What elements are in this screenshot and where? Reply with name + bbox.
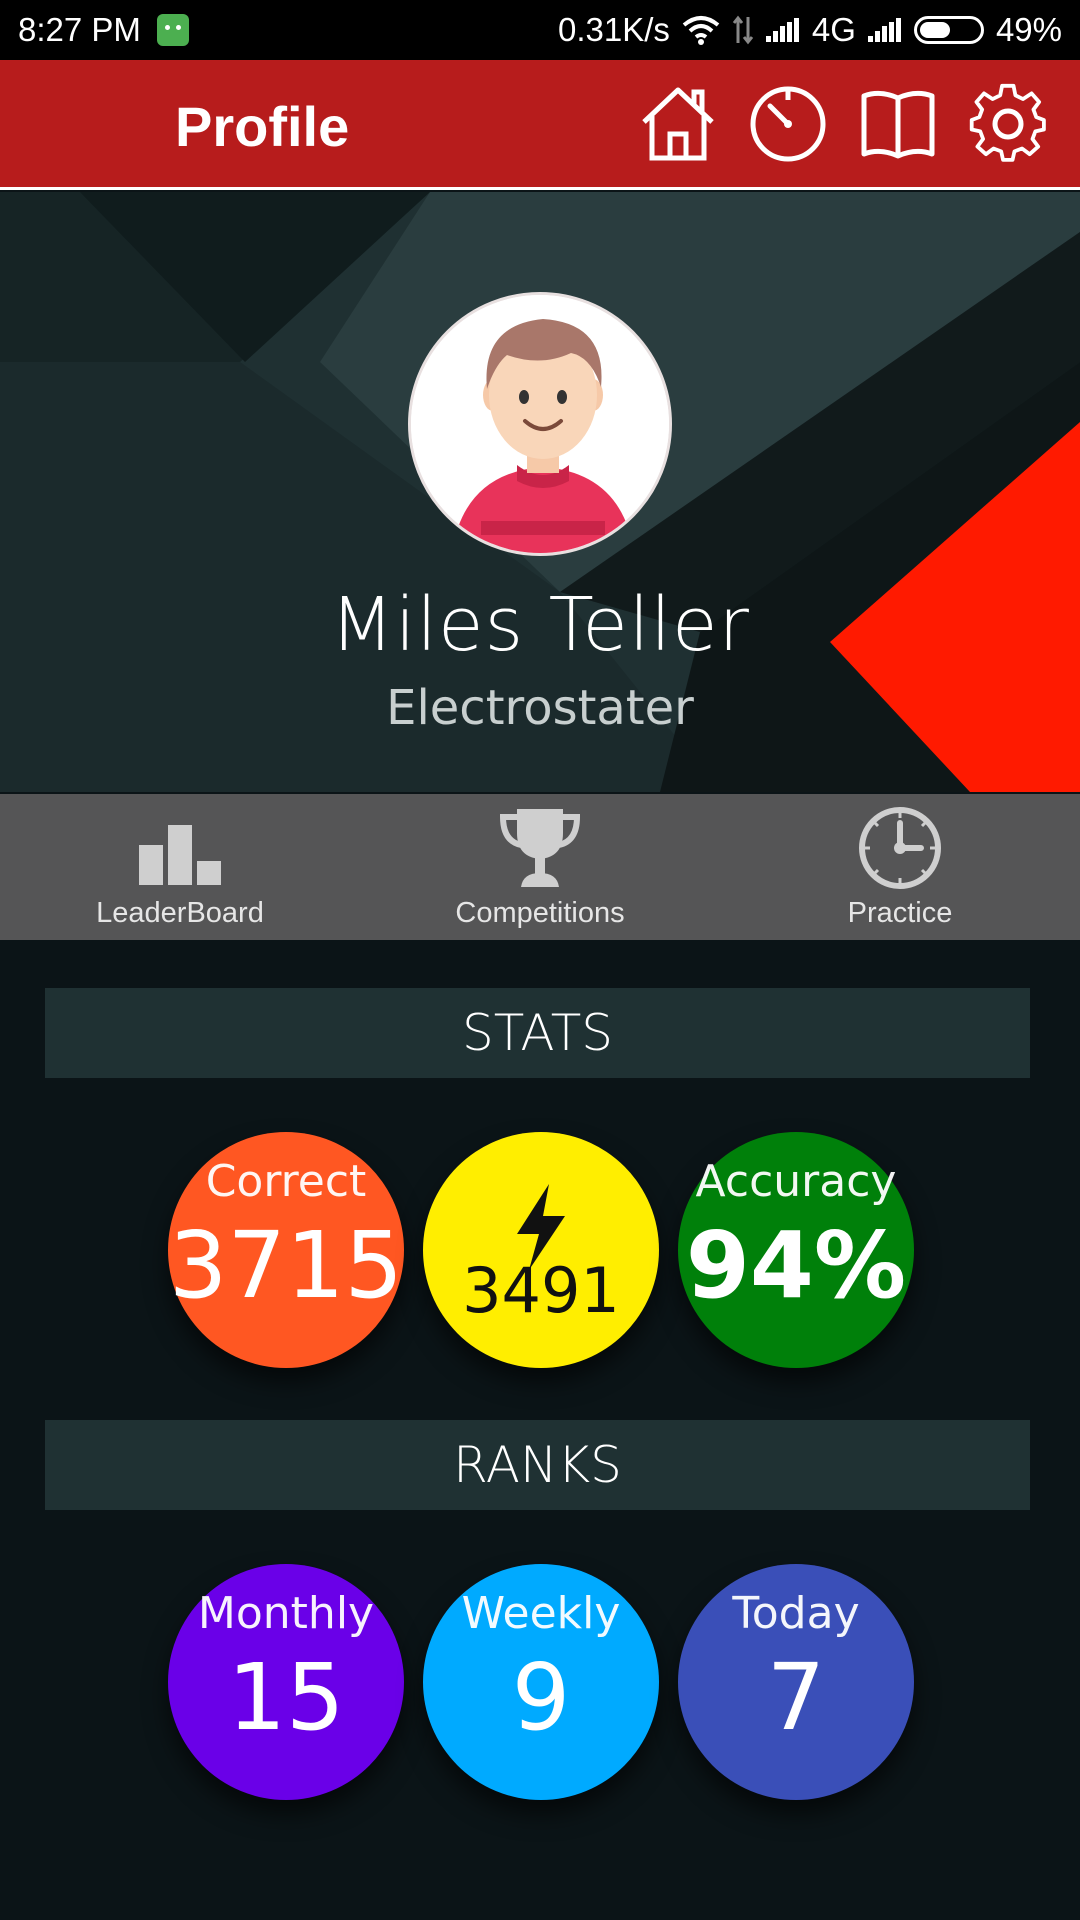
- stat-correct-value: 3715: [168, 1212, 404, 1319]
- practice-button[interactable]: Practice: [720, 794, 1080, 940]
- page-title: Profile: [175, 95, 350, 158]
- battery-icon: [913, 16, 984, 44]
- quick-nav: LeaderBoard Competitions Practice: [0, 794, 1080, 940]
- rank-monthly-value: 15: [227, 1644, 345, 1751]
- stat-streak[interactable]: 3491: [423, 1132, 659, 1368]
- rank-today-value: 7: [766, 1644, 826, 1751]
- rank-today[interactable]: Today 7: [678, 1564, 914, 1800]
- book-icon: [861, 90, 935, 159]
- network-speed: 0.31K/s: [557, 11, 670, 48]
- stat-accuracy-label: Accuracy: [695, 1156, 897, 1207]
- home-button[interactable]: [636, 82, 720, 166]
- rank-weekly-value: 9: [511, 1644, 571, 1751]
- book-button[interactable]: [856, 82, 940, 166]
- stat-accuracy[interactable]: Accuracy 94%: [678, 1132, 914, 1368]
- wifi-icon: [682, 16, 720, 45]
- status-bar: 8:27 PM 0.31K/s 4G 49%: [0, 0, 1080, 60]
- competitions-button[interactable]: Competitions: [360, 794, 720, 940]
- profile-name: Miles Teller: [330, 582, 750, 668]
- leaderboard-label: LeaderBoard: [96, 897, 264, 929]
- rank-weekly-label: Weekly: [461, 1588, 621, 1639]
- settings-icon: [969, 83, 1046, 162]
- avatar-illustration: [411, 295, 669, 553]
- practice-label: Practice: [847, 897, 953, 929]
- battery-percent: 49%: [995, 11, 1062, 48]
- clock-icon: [859, 807, 941, 889]
- avatar[interactable]: [408, 292, 672, 556]
- ranks-header: RANKS: [45, 1420, 1030, 1510]
- rank-today-label: Today: [732, 1588, 860, 1639]
- rank-monthly[interactable]: Monthly 15: [168, 1564, 404, 1800]
- timer-button[interactable]: [746, 82, 830, 166]
- timer-icon: [750, 86, 826, 162]
- status-time: 8:27 PM: [18, 11, 141, 48]
- leaderboard-button[interactable]: LeaderBoard: [0, 794, 360, 940]
- stat-streak-value: 3491: [462, 1254, 620, 1327]
- competitions-label: Competitions: [455, 897, 625, 929]
- rank-weekly[interactable]: Weekly 9: [423, 1564, 659, 1800]
- profile-header: Miles Teller Electrostater: [0, 192, 1080, 792]
- stat-accuracy-value: 94%: [685, 1212, 907, 1319]
- profile-role: Electrostater: [386, 680, 694, 736]
- signal-icon-2: [867, 18, 902, 42]
- leaderboard-icon: [139, 825, 221, 885]
- stat-correct[interactable]: Correct 3715: [168, 1132, 404, 1368]
- stats-header: STATS: [45, 988, 1030, 1078]
- network-type: 4G: [811, 11, 856, 48]
- android-notification-icon: [156, 14, 189, 46]
- home-icon: [642, 87, 714, 161]
- settings-button[interactable]: [966, 82, 1050, 166]
- data-transfer-icon: [732, 15, 754, 45]
- stat-correct-label: Correct: [205, 1156, 367, 1207]
- rank-monthly-label: Monthly: [197, 1588, 375, 1639]
- signal-icon: [765, 18, 800, 42]
- trophy-icon: [499, 809, 581, 887]
- app-bar: Profile: [0, 60, 1080, 190]
